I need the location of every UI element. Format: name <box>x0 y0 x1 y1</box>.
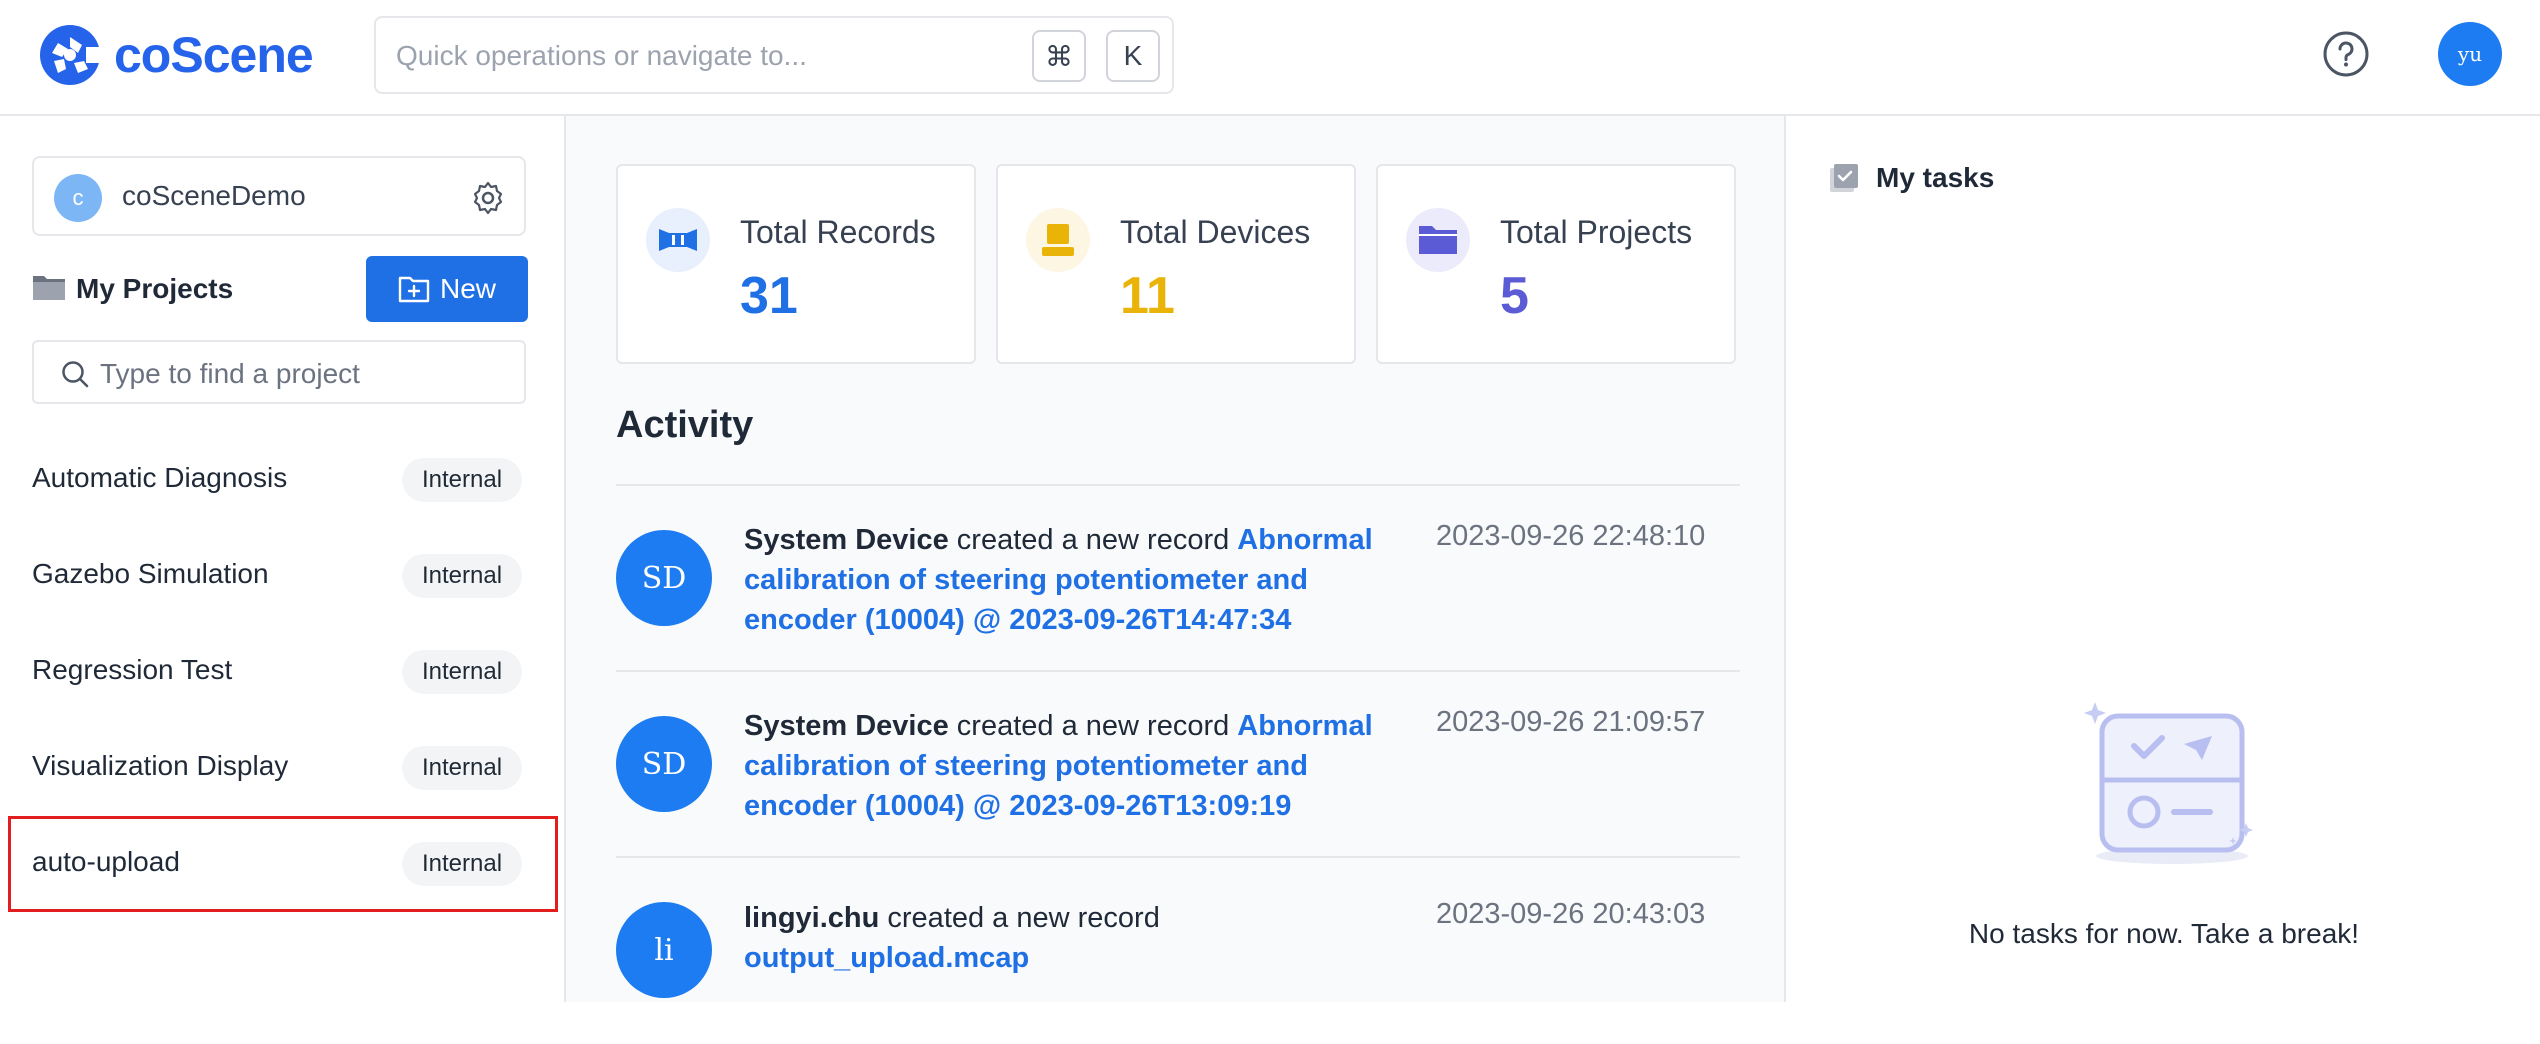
stat-value: 11 <box>1120 267 1175 325</box>
empty-tasks-illustration <box>2084 702 2253 864</box>
new-project-button[interactable]: New <box>366 256 528 322</box>
top-bar: coScene Quick operations or navigate to.… <box>0 0 2540 116</box>
folder-icon <box>33 276 65 300</box>
actor-name[interactable]: lingyi.chu <box>744 902 879 934</box>
activity-action: created a new record <box>879 902 1160 934</box>
stat-value: 5 <box>1500 267 1529 325</box>
visibility-badge: Internal <box>402 650 523 694</box>
project-item-automatic-diagnosis[interactable]: Automatic Diagnosis Internal <box>0 432 566 528</box>
activity-item: SD System Device created a new record Ab… <box>616 486 1740 672</box>
activity-action: created a new record <box>948 710 1238 742</box>
activity-text: System Device created a new record Abnor… <box>744 520 1404 640</box>
search-icon <box>62 361 89 388</box>
activity-timestamp: 2023-09-26 22:48:10 <box>1436 520 1706 552</box>
actor-name[interactable]: System Device <box>744 524 949 556</box>
stat-label: Total Projects <box>1500 214 1693 250</box>
help-icon[interactable] <box>2322 30 2370 78</box>
activity-text: lingyi.chu created a new record output_u… <box>744 898 1404 978</box>
project-search-input[interactable]: Type to find a project <box>32 340 526 404</box>
visibility-badge: Internal <box>402 554 523 598</box>
project-name: Visualization Display <box>32 750 289 781</box>
project-folder-icon <box>1406 208 1470 272</box>
coscene-logo-icon <box>40 25 102 85</box>
project-list: Automatic Diagnosis Internal Gazebo Simu… <box>0 432 566 912</box>
activity-timestamp: 2023-09-26 20:43:03 <box>1436 898 1706 930</box>
project-name: auto-upload <box>32 846 180 877</box>
folder-add-icon <box>398 276 430 303</box>
record-link[interactable]: output_upload.mcap <box>744 942 1029 974</box>
app-logo[interactable]: coScene <box>38 20 314 90</box>
actor-avatar: SD <box>616 530 712 626</box>
activity-timestamp: 2023-09-26 21:09:57 <box>1436 706 1706 738</box>
visibility-badge: Internal <box>402 746 523 790</box>
project-name: Automatic Diagnosis <box>32 462 288 493</box>
user-avatar[interactable]: yu <box>2438 22 2502 86</box>
activity-item: SD System Device created a new record Ab… <box>616 672 1740 858</box>
my-projects-title: My Projects <box>76 273 234 304</box>
stat-card-records[interactable]: Total Records 31 <box>616 164 976 364</box>
stat-card-projects[interactable]: Total Projects 5 <box>1376 164 1736 364</box>
stat-label: Total Devices <box>1120 214 1311 250</box>
activity-action: created a new record <box>948 524 1238 556</box>
task-checkbox-icon <box>1830 164 1858 192</box>
actor-avatar: li <box>616 902 712 998</box>
stat-label: Total Records <box>740 214 936 250</box>
visibility-badge: Internal <box>402 842 523 886</box>
activity-feed: SD System Device created a new record Ab… <box>616 484 1740 1044</box>
activity-title: Activity <box>616 404 754 446</box>
project-name: Regression Test <box>32 654 233 685</box>
organization-switcher[interactable]: c coSceneDemo <box>32 156 526 236</box>
k-key-hint: K <box>1106 30 1160 82</box>
gear-icon[interactable] <box>470 180 506 216</box>
project-search-placeholder: Type to find a project <box>100 358 360 389</box>
stat-value: 31 <box>740 267 798 325</box>
project-item-gazebo-simulation[interactable]: Gazebo Simulation Internal <box>0 528 566 624</box>
activity-text: System Device created a new record Abnor… <box>744 706 1404 826</box>
empty-tasks-message: No tasks for now. Take a break! <box>1968 918 2360 949</box>
project-item-regression-test[interactable]: Regression Test Internal <box>0 624 566 720</box>
new-button-label: New <box>439 273 496 304</box>
global-search-input[interactable]: Quick operations or navigate to... ⌘ K <box>374 16 1174 94</box>
visibility-badge: Internal <box>402 458 523 502</box>
my-tasks-title: My tasks <box>1876 162 1995 193</box>
device-icon <box>1026 208 1090 272</box>
tasks-panel: My tasks No tasks for now. Take a break! <box>1784 116 2540 1002</box>
actor-avatar: SD <box>616 716 712 812</box>
record-icon <box>646 208 710 272</box>
stat-card-devices[interactable]: Total Devices 11 <box>996 164 1356 364</box>
project-item-auto-upload[interactable]: auto-upload Internal <box>8 816 558 912</box>
search-placeholder: Quick operations or navigate to... <box>396 40 807 71</box>
project-sidebar: c coSceneDemo My Projects New Type to fi… <box>0 116 566 1002</box>
projects-header: My Projects New <box>32 256 528 322</box>
project-item-visualization-display[interactable]: Visualization Display Internal <box>0 720 566 816</box>
org-name: coSceneDemo <box>122 180 306 211</box>
dashboard-main: Total Records 31 Total Devices 11 Total … <box>566 116 1784 1002</box>
project-name: Gazebo Simulation <box>32 558 269 589</box>
activity-item: li lingyi.chu created a new record outpu… <box>616 858 1740 1044</box>
actor-name[interactable]: System Device <box>744 710 949 742</box>
org-avatar: c <box>54 174 102 222</box>
logo-text: coScene <box>114 27 314 83</box>
command-key-hint: ⌘ <box>1032 30 1086 82</box>
